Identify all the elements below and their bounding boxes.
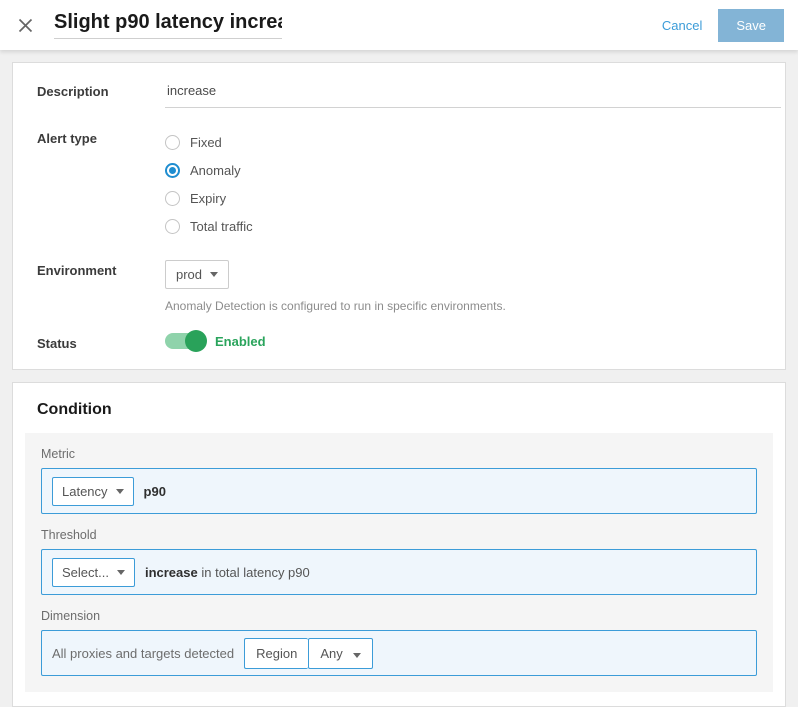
dimension-group: Dimension All proxies and targets detect… [41,609,757,676]
cancel-button[interactable]: Cancel [658,12,706,39]
environment-dropdown[interactable]: prod [165,260,229,289]
condition-title: Condition [25,399,773,433]
dialog-header: Cancel Save [0,0,798,50]
condition-card: Condition Metric Latency p90 Threshold S… [12,382,786,707]
chevron-down-icon [116,489,124,494]
dimension-dropdown[interactable]: Any [308,638,373,669]
dimension-label: Dimension [41,609,757,623]
description-row: Description [13,81,785,108]
threshold-dropdown[interactable]: Select... [52,558,135,587]
environment-label: Environment [37,260,165,278]
alert-type-row: Alert type Fixed Anomaly Expiry Total tr… [13,128,785,240]
alert-type-label: Alert type [37,128,165,146]
radio-option-total-traffic[interactable]: Total traffic [165,212,761,240]
status-row: Status Enabled [13,333,785,351]
metric-expression: p90 [144,484,166,499]
alert-settings-card: Description Alert type Fixed Anomaly Exp… [12,62,786,370]
metric-dropdown-value: Latency [62,484,108,499]
metric-box: Latency p90 [41,468,757,514]
dimension-chip-region[interactable]: Region [244,638,308,669]
radio-label-total-traffic: Total traffic [190,219,253,234]
description-input[interactable] [165,81,781,108]
metric-expression-value: p90 [144,484,166,499]
dimension-dropdown-value: Any [320,646,342,661]
description-label: Description [37,81,165,99]
radio-label-expiry: Expiry [190,191,226,206]
radio-option-anomaly[interactable]: Anomaly [165,156,761,184]
radio-option-expiry[interactable]: Expiry [165,184,761,212]
radio-icon-anomaly [165,163,180,178]
status-toggle-wrapper: Enabled [165,333,761,349]
chevron-down-icon [117,570,125,575]
chevron-down-icon [210,272,218,277]
radio-icon-fixed [165,135,180,150]
metric-label: Metric [41,447,757,461]
dimension-chip-pair: Region Any [244,638,373,669]
dimension-box: All proxies and targets detected Region … [41,630,757,676]
environment-field-wrapper: prod Anomaly Detection is configured to … [165,260,761,313]
alert-type-options: Fixed Anomaly Expiry Total traffic [165,128,761,240]
radio-option-fixed[interactable]: Fixed [165,128,761,156]
save-button[interactable]: Save [718,9,784,42]
status-field-wrapper: Enabled [165,333,761,349]
metric-group: Metric Latency p90 [41,447,757,514]
threshold-expression-rest: in total latency p90 [198,565,310,580]
status-label: Status [37,333,165,351]
condition-panel: Metric Latency p90 Threshold Select... i… [25,433,773,692]
radio-label-fixed: Fixed [190,135,222,150]
description-field-wrapper [165,81,781,108]
threshold-expression: increase in total latency p90 [145,565,310,580]
environment-hint: Anomaly Detection is configured to run i… [165,299,761,313]
dimension-description: All proxies and targets detected [52,646,234,661]
metric-dropdown[interactable]: Latency [52,477,134,506]
threshold-dropdown-value: Select... [62,565,109,580]
alert-title-input[interactable] [54,11,282,39]
status-toggle[interactable] [165,333,205,349]
environment-row: Environment prod Anomaly Detection is co… [13,260,785,313]
threshold-label: Threshold [41,528,757,542]
threshold-box: Select... increase in total latency p90 [41,549,757,595]
environment-dropdown-value: prod [176,267,202,282]
threshold-expression-bold: increase [145,565,198,580]
close-icon [18,18,33,33]
radio-label-anomaly: Anomaly [190,163,241,178]
alert-title-wrapper [54,11,282,39]
threshold-group: Threshold Select... increase in total la… [41,528,757,595]
close-button[interactable] [8,8,42,42]
radio-icon-total-traffic [165,219,180,234]
header-actions: Cancel Save [658,0,784,50]
chevron-down-icon [353,653,361,658]
status-state-label: Enabled [215,334,266,349]
radio-icon-expiry [165,191,180,206]
